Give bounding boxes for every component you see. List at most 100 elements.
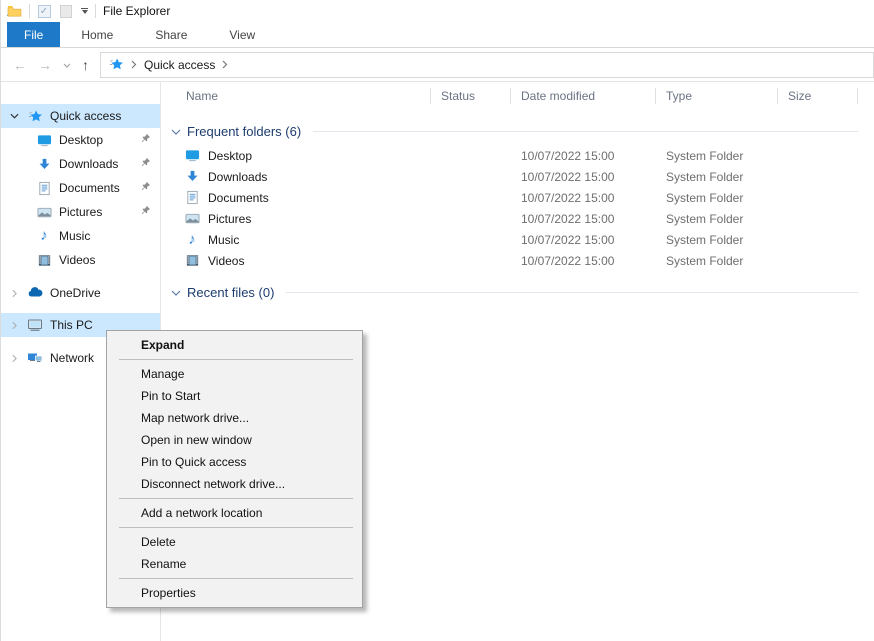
sidebar-item-documents[interactable]: Documents	[1, 176, 160, 200]
column-header-status[interactable]: Status	[431, 82, 511, 110]
pictures-icon	[36, 204, 52, 220]
downloads-icon	[36, 156, 52, 172]
column-header-date-modified[interactable]: Date modified	[511, 82, 656, 110]
pictures-icon	[184, 211, 200, 227]
menu-item-pin-to-quick-access[interactable]: Pin to Quick access	[107, 451, 362, 473]
breadcrumb-chevron-icon[interactable]	[131, 60, 137, 69]
pin-icon[interactable]	[140, 205, 151, 219]
chevron-down-icon[interactable]	[171, 124, 181, 139]
documents-icon	[184, 190, 200, 206]
sidebar-item-label: Music	[59, 229, 90, 243]
chevron-right-icon[interactable]	[9, 289, 20, 298]
recent-locations-chevron-icon[interactable]	[63, 60, 71, 70]
address-bar-row: ← → ↑ Quick access	[1, 48, 874, 82]
sidebar-item-pictures[interactable]: Pictures	[1, 200, 160, 224]
tab-share[interactable]: Share	[134, 22, 208, 47]
table-row[interactable]: Documents 10/07/2022 15:00 System Folder	[161, 187, 874, 208]
desktop-icon	[36, 132, 52, 148]
sidebar-item-music[interactable]: ♪ Music	[1, 224, 160, 248]
group-header-rule	[286, 292, 858, 293]
column-header-type[interactable]: Type	[656, 82, 778, 110]
sidebar-item-label: OneDrive	[50, 286, 101, 300]
tab-home[interactable]: Home	[60, 22, 134, 47]
forward-icon[interactable]: →	[38, 57, 52, 73]
sidebar-item-label: Quick access	[50, 109, 121, 123]
properties-icon[interactable]: ✓	[37, 4, 51, 18]
sidebar-item-onedrive[interactable]: OneDrive	[1, 281, 160, 305]
menu-separator	[119, 578, 353, 579]
tab-file[interactable]: File	[7, 22, 60, 47]
file-type: System Folder	[656, 233, 778, 247]
file-type: System Folder	[656, 149, 778, 163]
group-header-rule	[313, 131, 858, 132]
back-icon[interactable]: ←	[13, 57, 27, 73]
up-icon[interactable]: ↑	[82, 57, 89, 73]
sidebar-item-label: Pictures	[59, 205, 102, 219]
table-row[interactable]: Videos 10/07/2022 15:00 System Folder	[161, 250, 874, 271]
customize-toolbar-chevron-icon[interactable]	[81, 8, 88, 14]
sidebar-item-label: Downloads	[59, 157, 118, 171]
frequent-folders-rows: Desktop 10/07/2022 15:00 System Folder D…	[161, 145, 874, 271]
file-date-modified: 10/07/2022 15:00	[511, 191, 656, 205]
chevron-down-icon[interactable]	[9, 113, 20, 119]
pin-icon[interactable]	[140, 181, 151, 195]
sidebar-item-quick-access[interactable]: Quick access	[1, 104, 160, 128]
menu-item-rename[interactable]: Rename	[107, 553, 362, 575]
file-date-modified: 10/07/2022 15:00	[511, 212, 656, 226]
file-type: System Folder	[656, 212, 778, 226]
sidebar-item-downloads[interactable]: Downloads	[1, 152, 160, 176]
file-name: Pictures	[208, 212, 251, 226]
file-name: Desktop	[208, 149, 252, 163]
pin-icon[interactable]	[140, 157, 151, 171]
menu-item-disconnect-network-drive[interactable]: Disconnect network drive...	[107, 473, 362, 495]
menu-item-manage[interactable]: Manage	[107, 363, 362, 385]
menu-item-properties[interactable]: Properties	[107, 582, 362, 604]
table-row[interactable]: ♪ Music 10/07/2022 15:00 System Folder	[161, 229, 874, 250]
computer-icon	[27, 317, 43, 333]
menu-separator	[119, 498, 353, 499]
file-date-modified: 10/07/2022 15:00	[511, 254, 656, 268]
breadcrumb-chevron-icon[interactable]	[222, 60, 228, 69]
sidebar-item-label: This PC	[50, 318, 93, 332]
videos-icon	[36, 252, 52, 268]
menu-item-expand[interactable]: Expand	[107, 334, 362, 356]
cloud-icon	[27, 285, 43, 301]
column-header-name[interactable]: Name	[161, 82, 431, 110]
sidebar-item-videos[interactable]: Videos	[1, 248, 160, 272]
desktop-icon	[184, 148, 200, 164]
menu-separator	[119, 359, 353, 360]
file-type: System Folder	[656, 254, 778, 268]
quick-access-star-icon	[27, 108, 43, 124]
table-row[interactable]: Downloads 10/07/2022 15:00 System Folder	[161, 166, 874, 187]
menu-item-add-network-location[interactable]: Add a network location	[107, 502, 362, 524]
pin-icon[interactable]	[140, 133, 151, 147]
column-header-size[interactable]: Size	[778, 82, 858, 110]
group-header-label: Frequent folders (6)	[187, 124, 301, 139]
chevron-right-icon[interactable]	[9, 354, 20, 363]
sidebar-item-desktop[interactable]: Desktop	[1, 128, 160, 152]
table-row[interactable]: Pictures 10/07/2022 15:00 System Folder	[161, 208, 874, 229]
videos-icon	[184, 253, 200, 269]
column-headers: Name Status Date modified Type Size	[161, 82, 874, 110]
sidebar-item-label: Network	[50, 351, 94, 365]
ribbon-tabs: File Home Share View	[1, 22, 874, 48]
file-type: System Folder	[656, 191, 778, 205]
menu-item-open-in-new-window[interactable]: Open in new window	[107, 429, 362, 451]
new-folder-icon[interactable]	[59, 4, 73, 18]
menu-item-map-network-drive[interactable]: Map network drive...	[107, 407, 362, 429]
chevron-right-icon[interactable]	[9, 321, 20, 330]
chevron-down-icon[interactable]	[171, 285, 181, 300]
group-header-recent-files[interactable]: Recent files (0)	[171, 283, 858, 301]
sidebar-item-label: Documents	[59, 181, 120, 195]
address-bar[interactable]: Quick access	[100, 52, 874, 78]
group-header-frequent-folders[interactable]: Frequent folders (6)	[171, 122, 858, 140]
breadcrumb-location[interactable]: Quick access	[144, 58, 215, 72]
tab-view[interactable]: View	[208, 22, 276, 47]
quick-access-star-icon	[108, 57, 124, 73]
menu-item-pin-to-start[interactable]: Pin to Start	[107, 385, 362, 407]
menu-item-delete[interactable]: Delete	[107, 531, 362, 553]
table-row[interactable]: Desktop 10/07/2022 15:00 System Folder	[161, 145, 874, 166]
file-name: Downloads	[208, 170, 267, 184]
music-icon: ♪	[36, 228, 52, 244]
file-name: Documents	[208, 191, 269, 205]
